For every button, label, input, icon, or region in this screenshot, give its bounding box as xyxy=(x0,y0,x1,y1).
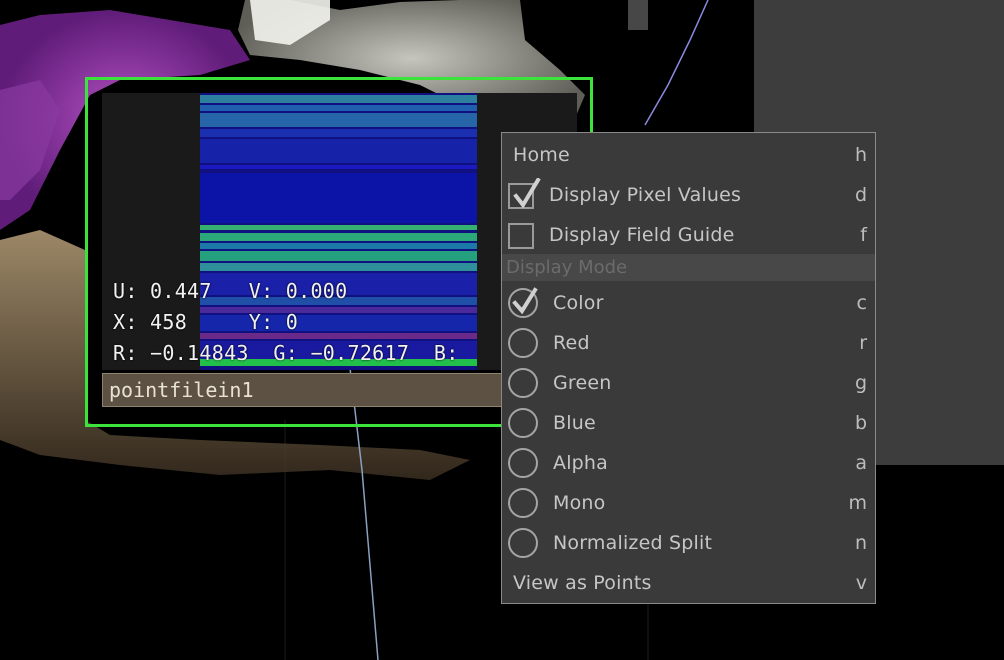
menu-item-label: Home xyxy=(513,144,570,166)
menu-item-shortcut: v xyxy=(855,572,867,594)
menu-item-shortcut: n xyxy=(854,532,867,554)
readout-u: U: 0.447 xyxy=(113,279,212,303)
readout-y: Y: 0 xyxy=(248,310,299,334)
checkmark-icon xyxy=(513,178,541,209)
menu-item-mode-blue[interactable]: Blue b xyxy=(502,403,875,443)
node-name-bar[interactable]: pointfilein1 xyxy=(102,373,502,407)
checkbox-checked[interactable] xyxy=(508,178,541,209)
menu-item-label: Green xyxy=(553,372,612,394)
menu-item-shortcut: d xyxy=(854,184,867,206)
menu-item-mode-red[interactable]: Red r xyxy=(502,323,875,363)
readout-x: X: 458 xyxy=(113,310,188,334)
menu-item-shortcut: f xyxy=(860,224,867,246)
checkmark-icon xyxy=(512,287,538,315)
menu-item-view-as-points[interactable]: View as Points v xyxy=(502,563,875,603)
radio-unselected[interactable] xyxy=(508,448,538,478)
menu-item-home[interactable]: Home h xyxy=(502,135,875,175)
menu-item-label: Display Pixel Values xyxy=(549,184,742,206)
radio-selected[interactable] xyxy=(508,287,538,318)
menu-item-mode-normalized-split[interactable]: Normalized Split n xyxy=(502,523,875,563)
network-viewport[interactable]: U: 0.447 V: 0.000 X: 458 Y: 0 R: −0.1484… xyxy=(0,0,1004,660)
readout-xy: X: 458 Y: 0 xyxy=(113,310,298,334)
viewer-context-menu: Home h Display Pixel Values d Display Fi… xyxy=(501,132,876,604)
readout-uv: U: 0.447 V: 0.000 xyxy=(113,279,348,303)
menu-item-shortcut: b xyxy=(854,412,867,434)
radio-unselected[interactable] xyxy=(508,368,538,398)
checkbox-unchecked[interactable] xyxy=(508,223,534,249)
node-name: pointfilein1 xyxy=(109,378,254,402)
menu-item-display-pixel-values[interactable]: Display Pixel Values d xyxy=(502,175,875,215)
readout-rgb: R: −0.14843 G: −0.72617 B: xyxy=(113,341,459,365)
radio-unselected[interactable] xyxy=(508,488,538,518)
menu-item-label: Normalized Split xyxy=(553,532,713,554)
menu-item-mode-alpha[interactable]: Alpha a xyxy=(502,443,875,483)
menu-item-mode-green[interactable]: Green g xyxy=(502,363,875,403)
menu-item-label: Red xyxy=(553,332,590,354)
radio-unselected[interactable] xyxy=(508,408,538,438)
menu-item-shortcut: a xyxy=(855,452,867,474)
menu-item-label: Display Field Guide xyxy=(549,224,735,246)
menu-item-shortcut: h xyxy=(854,144,867,166)
menu-item-mode-mono[interactable]: Mono m xyxy=(502,483,875,523)
menu-item-label: Alpha xyxy=(553,452,609,474)
radio-unselected[interactable] xyxy=(508,328,538,358)
menu-item-mode-color[interactable]: Color c xyxy=(502,283,875,323)
menu-section-display-mode: Display Mode xyxy=(502,254,875,281)
menu-item-label: Blue xyxy=(553,412,596,434)
menu-item-shortcut: c xyxy=(856,292,867,314)
section-title: Display Mode xyxy=(506,257,628,278)
menu-item-shortcut: m xyxy=(848,492,867,514)
readout-v: V: 0.000 xyxy=(248,279,348,303)
menu-item-shortcut: g xyxy=(854,372,867,394)
menu-item-shortcut: r xyxy=(859,332,867,354)
menu-item-label: View as Points xyxy=(513,572,652,594)
menu-item-display-field-guide[interactable]: Display Field Guide f xyxy=(502,215,875,255)
radio-unselected[interactable] xyxy=(508,528,538,558)
menu-item-label: Mono xyxy=(553,492,606,514)
menu-item-label: Color xyxy=(553,292,604,314)
